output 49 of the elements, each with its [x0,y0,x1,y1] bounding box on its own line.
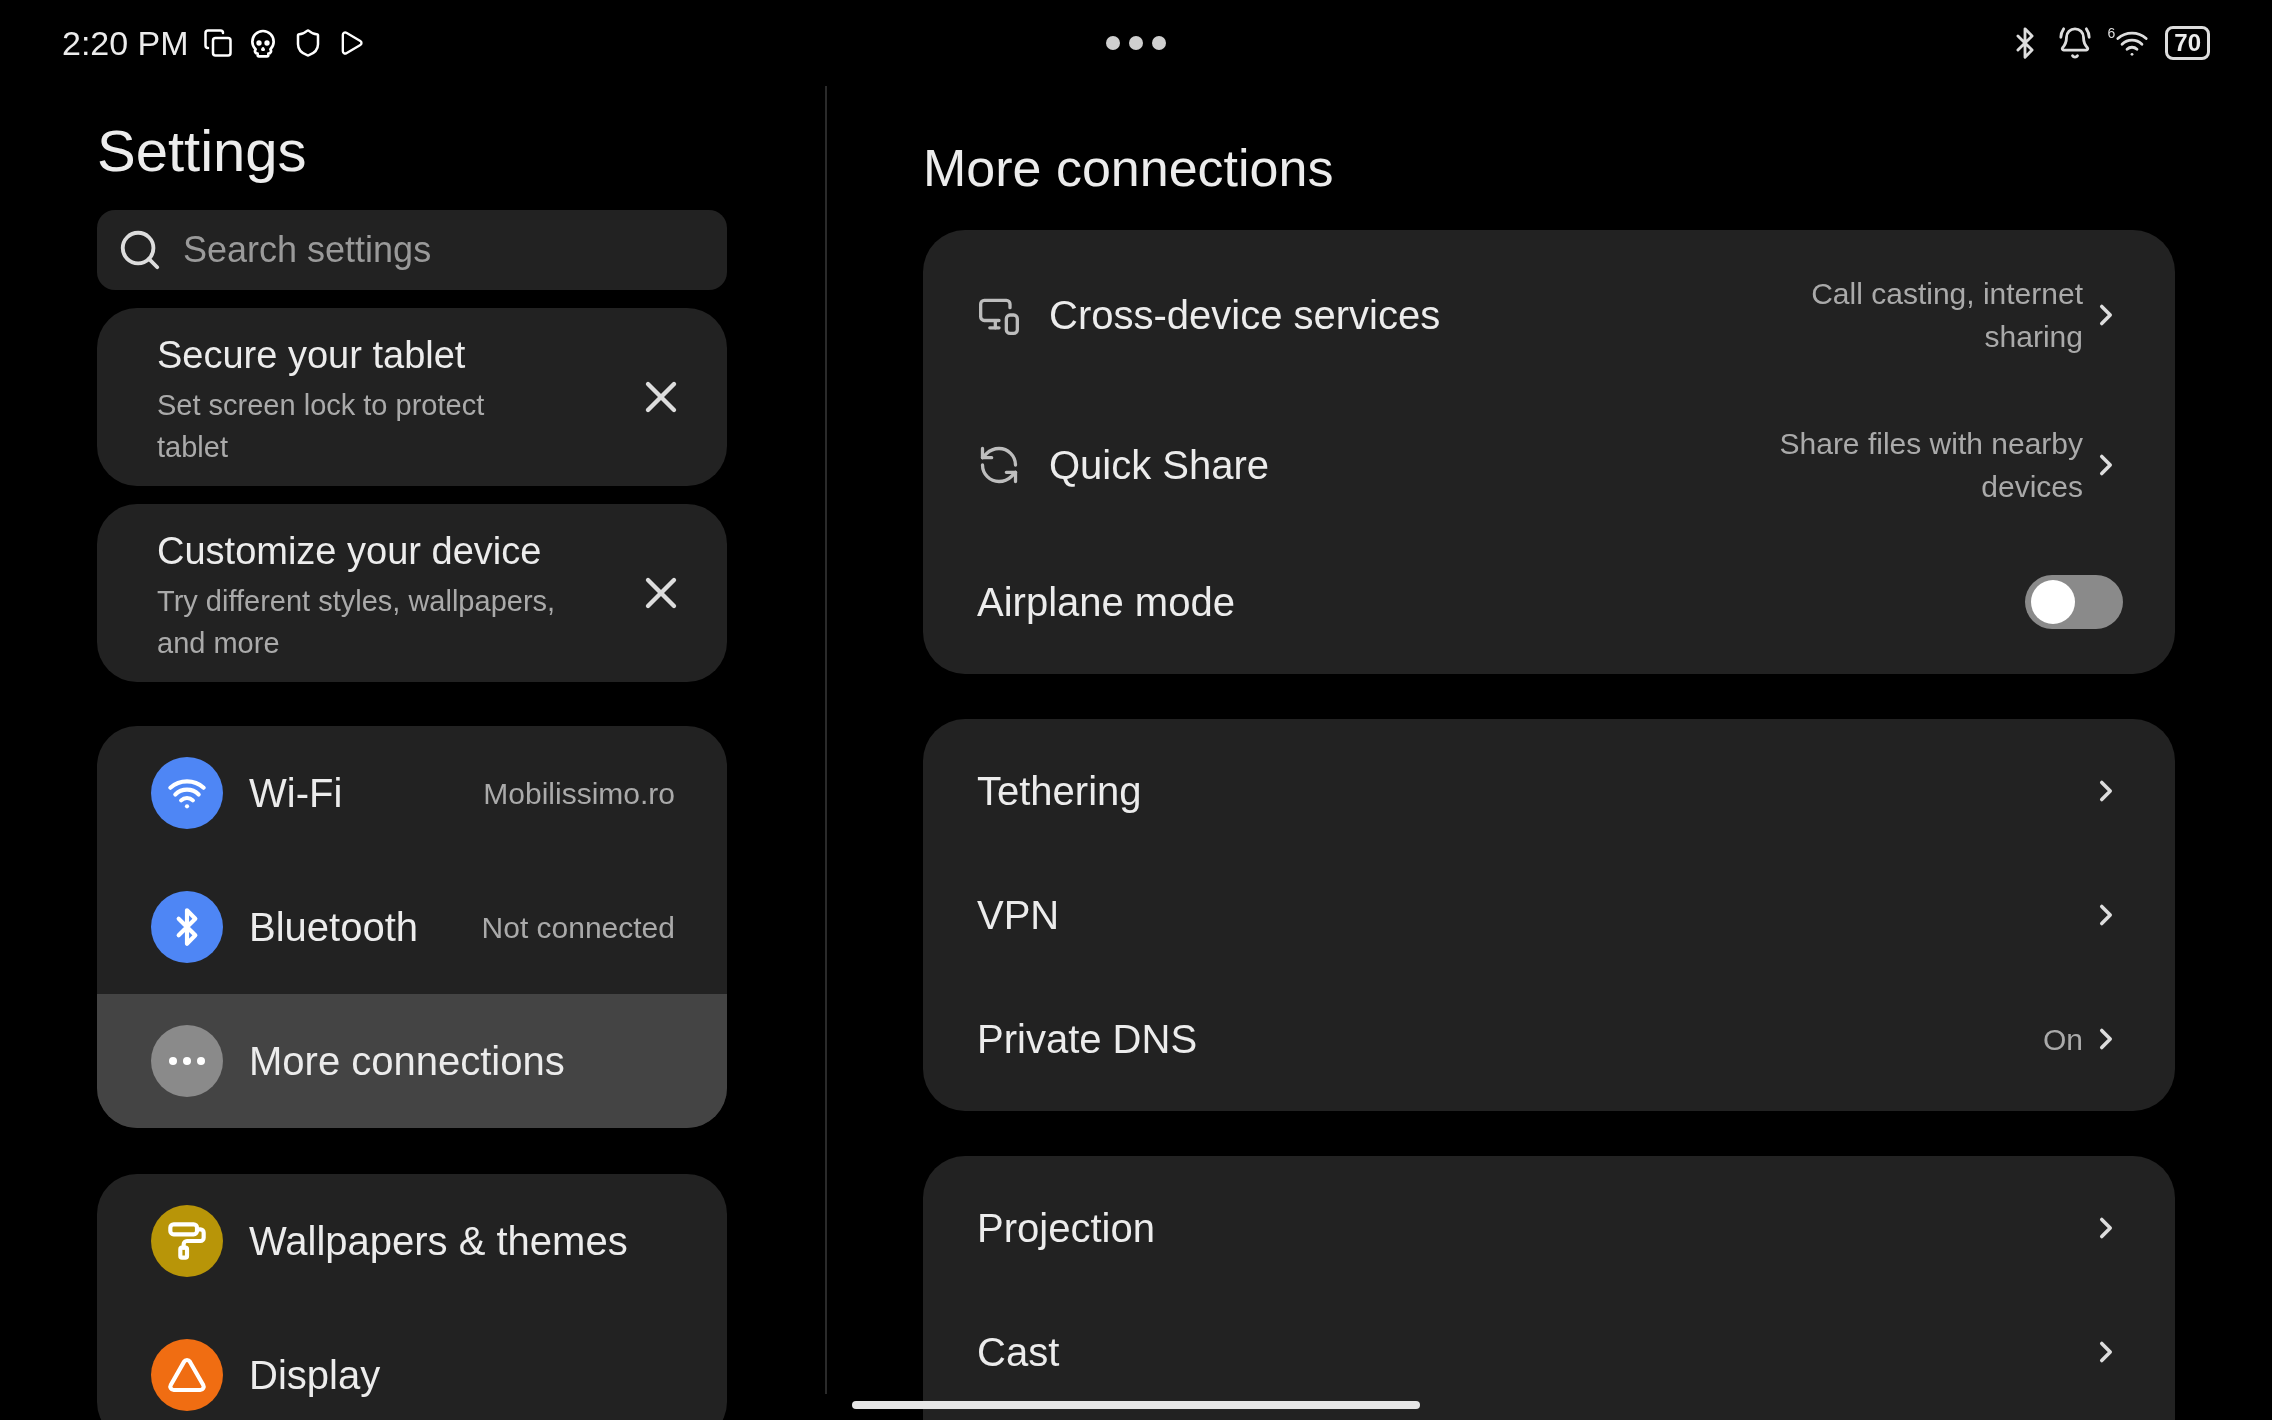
sidebar-item[interactable]: Wallpapers & themes [97,1174,727,1308]
row-label: Cross-device services [1049,292,1441,339]
row-label: Quick Share [1049,442,1270,489]
sidebar-item[interactable]: More connections [97,994,727,1128]
search-field[interactable]: Search settings [97,210,727,290]
settings-row[interactable]: Projection [923,1166,2175,1290]
card-text: Set screen lock to protect tablet [157,387,486,465]
card-text: Try different styles, wallpapers, and more [157,583,557,661]
sidebar-item[interactable]: Bluetooth Not connected [97,860,727,994]
paint-roller-icon [167,1221,207,1261]
settings-row[interactable]: VPN [923,853,2175,977]
row-label: Tethering [977,768,1142,815]
item-label: Wallpapers & themes [249,1218,628,1265]
item-label: Bluetooth [249,904,419,951]
settings-row[interactable]: Tethering [923,729,2175,853]
sidebar-item[interactable]: Display [97,1308,727,1420]
row-value: Call casting, internet sharing [1810,276,2083,355]
more-icon [169,1057,205,1065]
bell-icon [2057,26,2092,60]
battery-level: 70 [2165,26,2210,60]
triangle-icon [167,1355,207,1395]
item-value: Not connected [481,909,675,946]
item-label: Wi-Fi [249,770,343,817]
item-label: More connections [249,1038,565,1085]
row-label: Projection [977,1205,1155,1252]
settings-row[interactable]: Quick Share Share files with nearby devices [923,390,2175,540]
copy-icon [202,28,233,58]
page-title: More connections [923,142,1335,194]
status-time: 2:20 PM [62,22,189,64]
row-label: Cast [977,1329,1060,1376]
row-label: Private DNS [977,1016,1198,1063]
suggestion-card[interactable]: Customize your device Try different styles, wallpapers, and more [97,504,727,682]
settings-row[interactable]: Cast [923,1290,2175,1414]
item-label: Display [249,1352,381,1399]
wifi-generation: 6 [2107,26,2116,40]
toggle-switch[interactable] [2025,575,2123,629]
card-title: Secure your tablet [157,332,467,378]
row-label: Airplane mode [977,579,1235,626]
settings-row[interactable]: Private DNS On [923,977,2175,1101]
settings-row[interactable]: Airplane mode [923,540,2175,664]
sidebar-item[interactable]: Wi-Fi Mobilissimo.ro [97,726,727,860]
more-icon [1106,36,1166,50]
card-title: Customize your device [157,528,543,574]
settings-row[interactable]: Cross-device services Call casting, internet sharing [923,240,2175,390]
item-value: Mobilissimo.ro [483,775,675,812]
row-label: VPN [977,892,1060,939]
row-value: On [2041,1021,2083,1058]
row-value: Share files with nearby devices [1778,426,2083,505]
suggestion-card[interactable]: Secure your tablet Set screen lock to protect tablet [97,308,727,486]
